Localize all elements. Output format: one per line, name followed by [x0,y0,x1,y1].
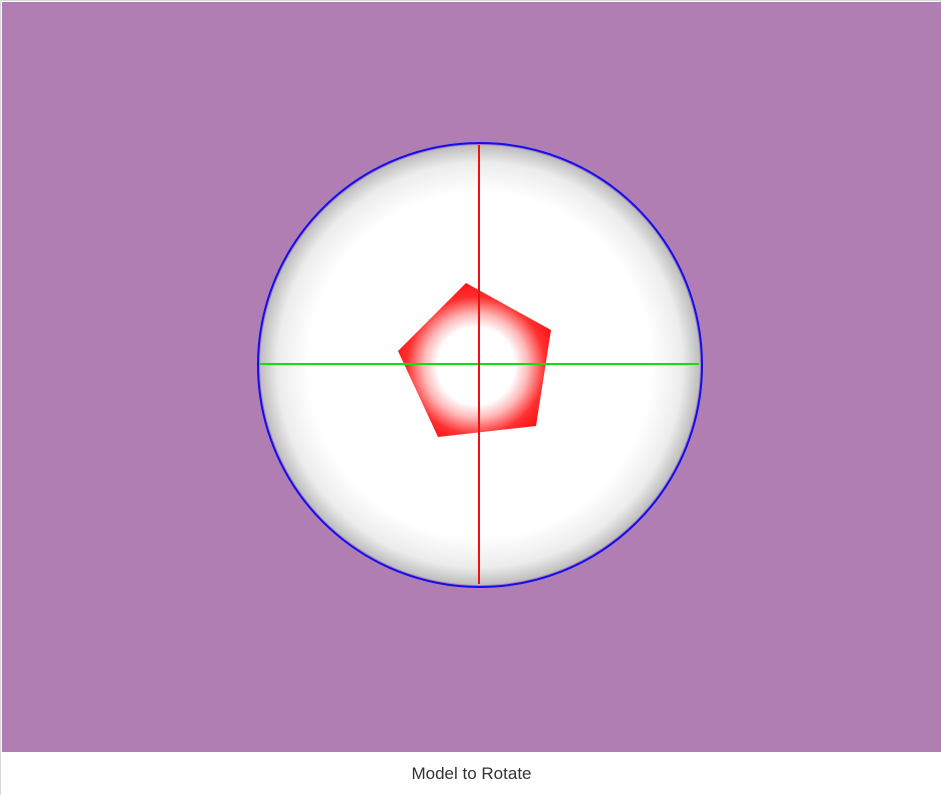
app-window: Model to Rotate [0,0,941,795]
scene-canvas[interactable] [2,2,941,752]
rotation-viewport[interactable] [2,2,941,752]
caption-bar: Model to Rotate [1,752,941,795]
caption-label: Model to Rotate [411,764,532,783]
